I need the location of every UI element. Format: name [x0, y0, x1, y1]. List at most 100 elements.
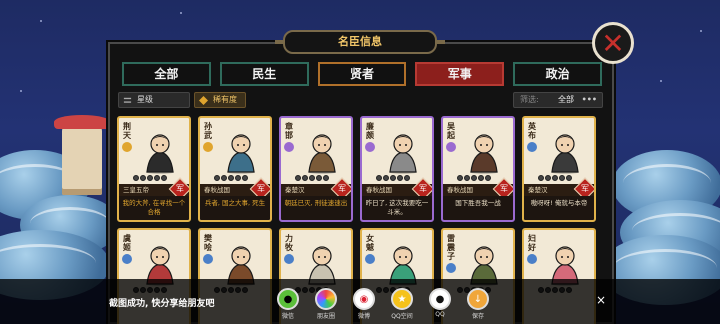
minister-name: 女魃 [366, 234, 374, 252]
minister-name: 妇好 [528, 234, 536, 252]
minister-card[interactable]: 荆天 三皇五帝军我的大斧, 在寻找一个合格 [117, 116, 191, 222]
share-save-button[interactable]: ↓ 保存 [466, 288, 490, 324]
bg-star [700, 30, 702, 32]
qq-icon: ● [429, 288, 451, 310]
star-icon [140, 175, 146, 181]
minister-name: 力牧 [285, 234, 293, 252]
minister-name: 英布 [528, 122, 536, 140]
star-icon [478, 175, 484, 181]
share-label: 微信 [281, 313, 294, 320]
star-icon [404, 175, 410, 181]
panel-title: 名臣信息 [275, 30, 445, 54]
minister-portrait [551, 134, 579, 174]
more-icon: ••• [581, 95, 597, 104]
quality-emblem-icon [446, 263, 456, 273]
tab-livelihood[interactable]: 民生 [219, 62, 309, 86]
star-icon [376, 175, 382, 181]
minister-card[interactable]: 英布 秦楚汉军嗷呀呀! 俺就与本帝 [522, 116, 596, 222]
tab-sage[interactable]: 贤者 [317, 62, 407, 86]
share-close-button[interactable]: × [596, 293, 606, 307]
star-icon [242, 175, 248, 181]
star-rating [295, 175, 329, 181]
quality-emblem-icon [122, 142, 132, 152]
minister-card[interactable]: 孙武 春秋战国军兵者, 国之大事, 死生 [198, 116, 272, 222]
quality-emblem-icon [122, 254, 132, 264]
star-icon [397, 175, 403, 181]
filter-dropdown[interactable]: 筛选: 全部 ••• [513, 92, 603, 108]
bg-star [40, 20, 42, 22]
star-icon [457, 175, 463, 181]
minister-name: 虞姬 [123, 234, 131, 252]
minister-card[interactable]: 章邯 秦楚汉军朝廷已灭, 刑徒速速出 [279, 116, 353, 222]
star-icon [214, 175, 220, 181]
minister-name: 荆天 [123, 122, 131, 140]
star-icon [228, 175, 234, 181]
category-tabs: 全部 民生 贤者 军事 政治 [122, 62, 602, 86]
quality-emblem-icon [365, 142, 375, 152]
tab-all[interactable]: 全部 [122, 62, 211, 86]
minister-quote: 我的大斧, 在寻找一个合格 [119, 196, 189, 220]
qzone-icon: ★ [391, 288, 413, 310]
save-icon: ↓ [467, 288, 489, 310]
sort-rarity-button[interactable]: 稀有度 [194, 92, 246, 108]
minister-portrait [308, 134, 336, 174]
share-wechat-button[interactable]: ● 微信 [276, 288, 300, 324]
filter-bar: 星级 稀有度 筛选: 全部 ••• [118, 92, 608, 110]
bg-star [20, 90, 22, 92]
minister-name: 孙武 [204, 122, 212, 140]
star-icon [147, 175, 153, 181]
wechat-icon: ● [277, 288, 299, 310]
minister-quote: 嗷呀呀! 俺就与本帝 [524, 196, 594, 220]
moments-icon [315, 288, 337, 310]
minister-quote: 昨日了, 这次我要吃一斗米。 [362, 196, 432, 220]
sort-rarity-label: 稀有度 [213, 95, 237, 104]
star-icon [316, 175, 322, 181]
share-qq-button[interactable]: ● QQ [428, 288, 452, 324]
minister-card[interactable]: 廉颇 春秋战国军昨日了, 这次我要吃一斗米。 [360, 116, 434, 222]
minister-quote: 朝廷已灭, 刑徒速速出 [281, 196, 351, 220]
minister-name: 雷震子 [447, 234, 455, 261]
weibo-icon: ◉ [353, 288, 375, 310]
quality-emblem-icon [365, 254, 375, 264]
quality-emblem-icon [527, 142, 537, 152]
share-label: QQ [435, 311, 445, 318]
star-icon [471, 175, 477, 181]
star-icon [221, 175, 227, 181]
star-icon [154, 175, 160, 181]
minister-portrait [389, 134, 417, 174]
filter-label: 筛选: [520, 95, 539, 104]
badge-label: 军 [176, 184, 184, 193]
badge-label: 军 [419, 184, 427, 193]
minister-portrait [470, 134, 498, 174]
minister-card[interactable]: 吴起 春秋战国军国下胜吾我一战 [441, 116, 515, 222]
diamond-icon [199, 96, 208, 105]
share-bar: 截图成功, 快分享给朋友吧 ● 微信 朋友圈 ◉ 微博 ★ QQ空间 ● QQ … [0, 279, 720, 324]
star-icon [309, 175, 315, 181]
minister-name: 吴起 [447, 122, 455, 140]
star-icon [552, 175, 558, 181]
minister-portrait [146, 134, 174, 174]
quality-emblem-icon [446, 142, 456, 152]
star-rating [457, 175, 491, 181]
share-moments-button[interactable]: 朋友圈 [314, 288, 338, 324]
minister-name: 章邯 [285, 122, 293, 140]
tab-politics[interactable]: 政治 [513, 62, 602, 86]
tab-military[interactable]: 军事 [415, 62, 505, 86]
quality-emblem-icon [284, 142, 294, 152]
sort-star-button[interactable]: 星级 [118, 92, 190, 108]
close-button[interactable]: ✕ [592, 22, 634, 64]
badge-label: 军 [500, 184, 508, 193]
quality-emblem-icon [284, 254, 294, 264]
share-weibo-button[interactable]: ◉ 微博 [352, 288, 376, 324]
minister-name: 廉颇 [366, 122, 374, 140]
star-icon [323, 175, 329, 181]
bg-star [660, 80, 662, 82]
share-qzone-button[interactable]: ★ QQ空间 [390, 288, 414, 324]
bg-tower [54, 115, 110, 195]
share-message: 截图成功, 快分享给朋友吧 [109, 299, 215, 309]
star-icon [545, 175, 551, 181]
star-icon [538, 175, 544, 181]
star-rating [214, 175, 248, 181]
star-rating [133, 175, 167, 181]
star-icon [390, 175, 396, 181]
